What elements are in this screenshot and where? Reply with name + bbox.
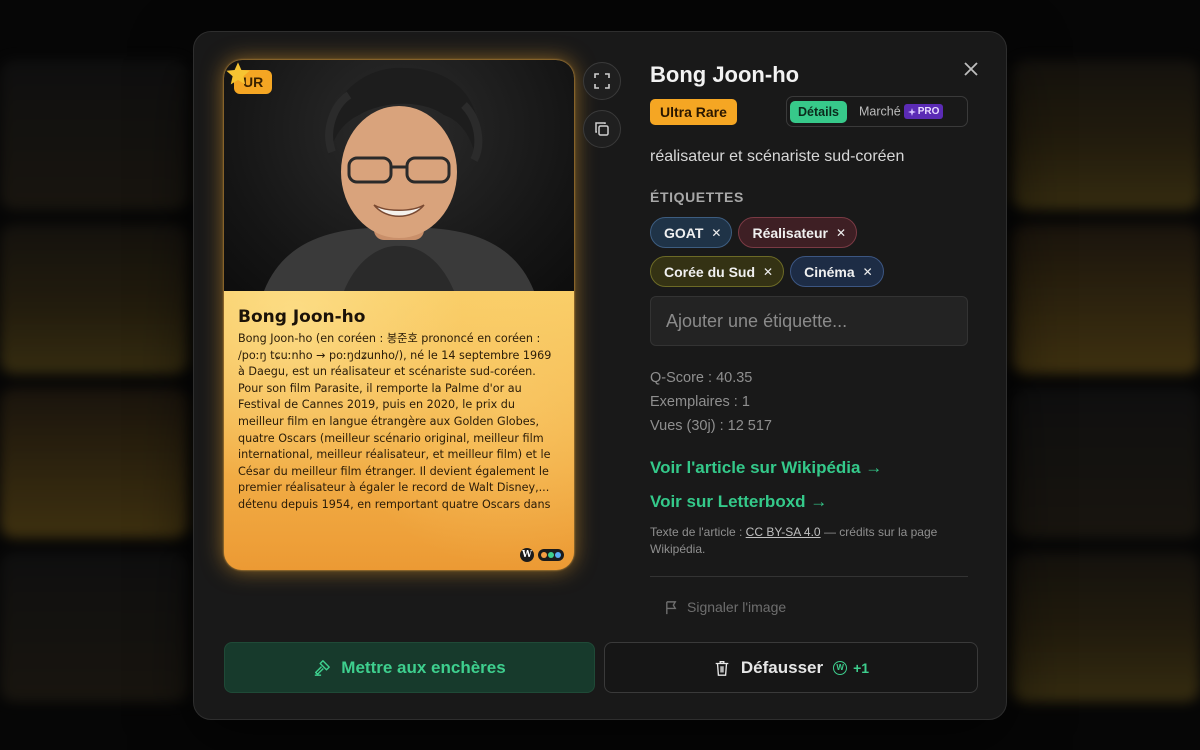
color-dots-icon <box>538 549 564 561</box>
card-name: Bong Joon-ho <box>238 307 366 327</box>
star-icon[interactable] <box>224 60 252 88</box>
pro-badge-label: PRO <box>917 106 940 117</box>
subtitle: réalisateur et scénariste sud-coréen <box>650 148 905 165</box>
tab-market-label: Marché <box>859 104 901 119</box>
report-image-button[interactable]: Signaler l'image <box>664 599 786 615</box>
pro-badge: PRO <box>903 104 944 119</box>
letterboxd-link[interactable]: Voir sur Letterboxd → <box>650 492 827 512</box>
tag-label: Corée du Sud <box>664 263 756 280</box>
reward-amount: +1 <box>853 659 870 676</box>
wikipedia-link[interactable]: Voir l'article sur Wikipédia → <box>650 458 882 478</box>
flag-icon <box>666 600 677 614</box>
divider <box>650 576 968 577</box>
card-footer-icons: W <box>520 548 564 562</box>
tag-label: GOAT <box>664 224 704 241</box>
card-detail-modal: UR Bong Joon-ho Bong Joon-ho (en coréen … <box>193 31 1007 720</box>
close-icon[interactable] <box>962 60 980 78</box>
sparkle-icon <box>907 107 916 116</box>
auction-button[interactable]: Mettre aux enchères <box>224 642 595 693</box>
remove-tag-icon[interactable]: ✕ <box>863 265 873 279</box>
views-stat: Vues (30j) : 12 517 <box>650 418 772 434</box>
add-tag-input[interactable] <box>650 296 968 346</box>
tag-label: Cinéma <box>804 263 855 280</box>
card-description: Bong Joon-ho (en coréen : 봉준호 prononcé e… <box>238 332 552 511</box>
license-link[interactable]: CC BY-SA 4.0 <box>746 525 821 539</box>
tags-heading: ÉTIQUETTES <box>650 189 744 205</box>
portrait-illustration <box>264 67 534 291</box>
wikipedia-icon: W <box>520 548 534 562</box>
trash-icon <box>715 660 729 676</box>
remove-tag-icon[interactable]: ✕ <box>836 226 846 240</box>
remove-tag-icon[interactable]: ✕ <box>711 226 721 240</box>
tab-market[interactable]: Marché PRO <box>851 100 951 123</box>
discard-button[interactable]: Défausser W +1 <box>604 642 978 693</box>
tag-chip[interactable]: Réalisateur ✕ <box>738 217 858 248</box>
copy-icon <box>595 122 609 136</box>
rarity-label: Ultra Rare <box>650 99 737 125</box>
tag-chip[interactable]: Cinéma ✕ <box>790 256 884 287</box>
card-text-panel: Bong Joon-ho Bong Joon-ho (en coréen : 봉… <box>224 291 574 570</box>
coin-icon: W <box>833 660 848 675</box>
copies-stat: Exemplaires : 1 <box>650 394 750 410</box>
tag-chip[interactable]: Corée du Sud ✕ <box>650 256 785 287</box>
license-credits: Texte de l'article : CC BY-SA 4.0 — créd… <box>650 524 970 558</box>
duplicate-button[interactable] <box>583 110 621 148</box>
discard-reward: W +1 <box>833 660 869 676</box>
tab-details[interactable]: Détails <box>790 100 847 123</box>
qscore-stat: Q-Score : 40.35 <box>650 370 753 386</box>
discard-label: Défausser <box>740 657 824 677</box>
remove-tag-icon[interactable]: ✕ <box>763 265 773 279</box>
credits-prefix: Texte de l'article : <box>650 525 746 539</box>
expand-icon <box>594 73 610 89</box>
tag-list: GOAT ✕ Réalisateur ✕ Corée du Sud ✕ Cinéma ✕ <box>650 217 970 295</box>
gavel-icon <box>315 659 331 676</box>
fullscreen-button[interactable] <box>583 62 621 100</box>
auction-label: Mettre aux enchères <box>341 657 506 677</box>
report-label: Signaler l'image <box>687 599 787 615</box>
page-title: Bong Joon-ho <box>650 62 800 87</box>
tag-label: Réalisateur <box>752 224 828 241</box>
collectible-card[interactable]: UR Bong Joon-ho Bong Joon-ho (en coréen … <box>224 60 574 570</box>
tag-chip[interactable]: GOAT ✕ <box>650 217 733 248</box>
card-stats: Q-Score : 40.35 Exemplaires : 1 Vues (30… <box>650 366 772 438</box>
card-portrait-photo: UR <box>224 60 574 291</box>
detail-tabs: Détails Marché PRO <box>786 96 968 127</box>
